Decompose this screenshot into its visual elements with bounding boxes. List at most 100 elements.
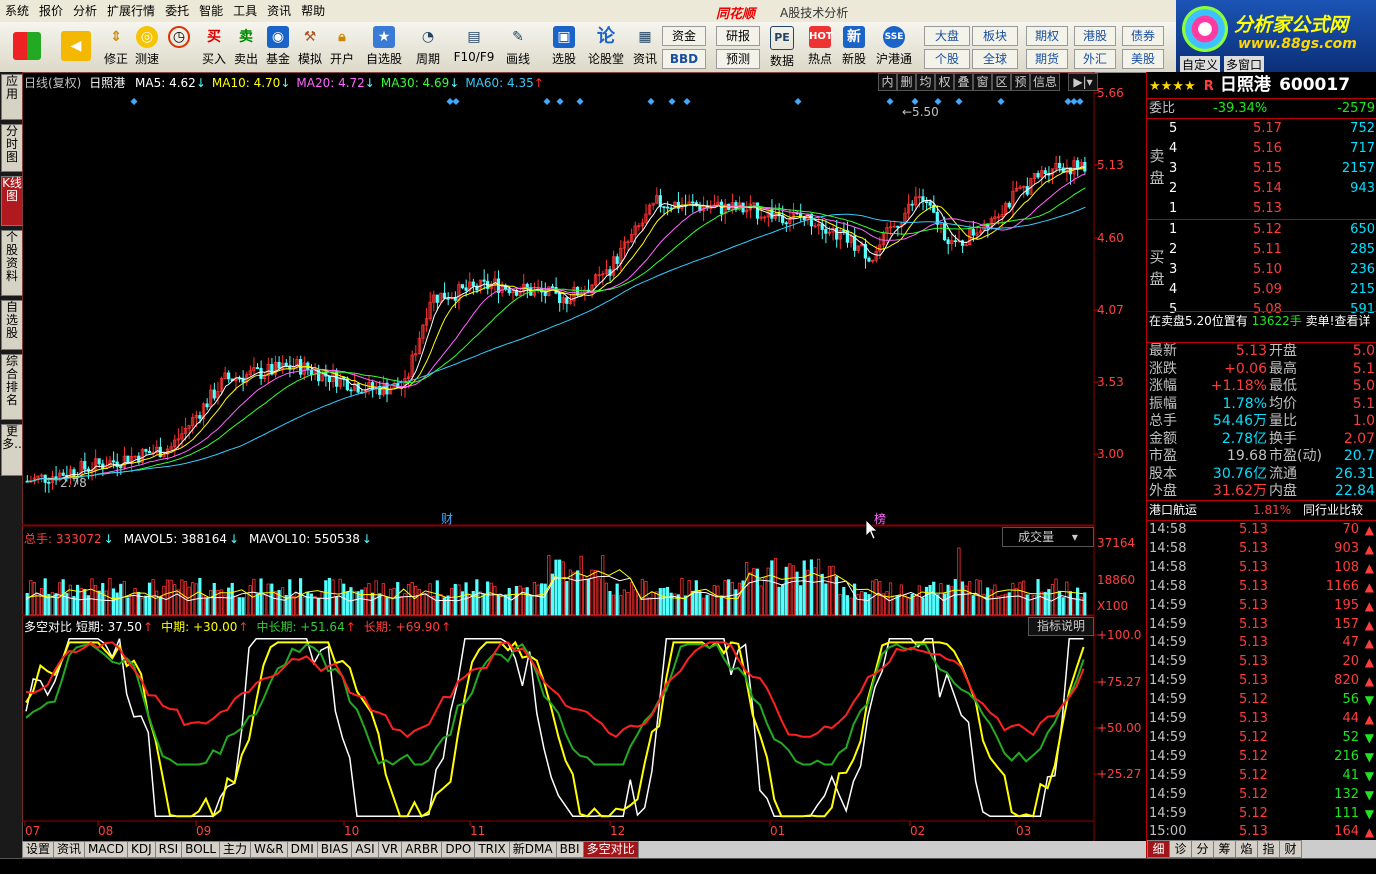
tab-more[interactable]: 更多.. (1, 424, 23, 476)
quote-tab[interactable]: 财 (1279, 840, 1302, 858)
ranking-marker[interactable]: 榜 (874, 511, 886, 526)
expand-arrow-icon[interactable]: ▶|▾ (1068, 73, 1098, 91)
order-book-row[interactable]: 4 5.16 717 (1147, 139, 1376, 158)
indicator-tab[interactable]: BOLL (181, 841, 221, 858)
indicator-tab[interactable]: 多空对比 (582, 841, 639, 858)
indicator-help-button[interactable]: 指标说明 (1028, 617, 1094, 636)
quote-tab[interactable]: 焰 (1235, 840, 1258, 858)
fund-button[interactable]: ◉ 基金 (264, 24, 292, 70)
indicator-tab[interactable]: KDJ (127, 841, 156, 858)
hk-stocks-button[interactable]: 港股 (1074, 26, 1116, 46)
order-book-row[interactable]: 1 5.12 650 (1147, 220, 1376, 239)
order-book-row[interactable]: 5 5.17 752 (1147, 119, 1376, 138)
home-button[interactable] (8, 24, 46, 70)
watchlist-button[interactable]: ★ 自选股 (364, 24, 404, 70)
menu-item[interactable]: 系统 (0, 0, 34, 22)
chart-mini-button[interactable]: 区 (992, 73, 1011, 91)
chart-mini-button[interactable]: 叠 (954, 73, 973, 91)
quote-tab[interactable]: 细 (1147, 840, 1170, 858)
forum-button[interactable]: 论论股堂 (588, 24, 624, 70)
indicator-tab[interactable]: 设置 (22, 841, 55, 858)
order-book-row[interactable]: 2 5.14 943 (1147, 179, 1376, 198)
open-account-button[interactable]: 🔒︎ 开户 (328, 24, 356, 70)
indicator-tab[interactable]: 新DMA (508, 841, 557, 858)
tab-ranking[interactable]: 综合排名 (1, 354, 23, 420)
menu-item[interactable]: 帮助 (296, 0, 330, 22)
news-button[interactable]: ▦ 资讯 (630, 24, 660, 70)
menu-item[interactable]: 扩展行情 (102, 0, 160, 22)
menu-item[interactable]: 资讯 (262, 0, 296, 22)
indicator-tab[interactable]: W&R (250, 841, 288, 858)
indicator-tab[interactable]: BIAS (316, 841, 353, 858)
us-stocks-button[interactable]: 美股 (1122, 49, 1164, 69)
period-button[interactable]: ◔ 周期 (408, 24, 448, 70)
ipo-button[interactable]: 新新股 (838, 24, 870, 70)
sector-row[interactable]: 港口航运 1.81% 同行业比较 (1147, 500, 1376, 521)
indicator-tab[interactable]: ARBR (401, 841, 443, 858)
volume-dropdown[interactable]: 成交量 ▾ (1002, 527, 1094, 547)
quote-tab[interactable]: 指 (1257, 840, 1280, 858)
quote-tab[interactable]: 诊 (1169, 840, 1192, 858)
menu-item[interactable]: 报价 (34, 0, 68, 22)
multi-window-button[interactable]: 多窗口 (1224, 56, 1265, 73)
indicator-tab[interactable]: 资讯 (53, 841, 86, 858)
data-button[interactable]: PE 数据 (764, 24, 800, 70)
fund-flow-button[interactable]: 资金 (662, 26, 706, 46)
indicator-tab[interactable]: TRIX (474, 841, 510, 858)
indicator-tab[interactable]: ASI (351, 841, 379, 858)
bonds-button[interactable]: 债券 (1122, 26, 1164, 46)
order-book-row[interactable]: 2 5.11 285 (1147, 240, 1376, 259)
research-button[interactable]: 研报 (716, 26, 760, 46)
quote-tab[interactable]: 分 (1191, 840, 1214, 858)
stock-picker-button[interactable]: ▣ 选股 (544, 24, 584, 70)
f10-button[interactable]: ▤ F10/F9 (452, 24, 496, 70)
order-book-row[interactable]: 4 5.09 215 (1147, 280, 1376, 299)
tab-app[interactable]: 应用 (1, 74, 23, 120)
chart-mini-button[interactable]: 窗 (973, 73, 992, 91)
order-book-row[interactable]: 1 5.13 (1147, 199, 1376, 218)
forex-button[interactable]: 外汇 (1074, 49, 1116, 69)
up-down-button[interactable]: ⇕ 修正 (102, 24, 130, 70)
options-button[interactable]: 期权 (1026, 26, 1068, 46)
simulate-button[interactable]: ⚒ 模拟 (296, 24, 324, 70)
chart-mini-button[interactable]: 内 (878, 73, 897, 91)
indicator-tab[interactable]: BBI (555, 841, 584, 858)
tab-profile[interactable]: 个股资料 (1, 230, 23, 296)
custom-button[interactable]: 自定义 (1180, 56, 1221, 73)
tab-kline[interactable]: K线图 (1, 176, 23, 226)
big-order-notice[interactable]: 在卖盘5.20位置有 13622手 卖单!查看详 (1147, 311, 1376, 331)
draw-line-button[interactable]: ✎ 画线 (500, 24, 536, 70)
buy-button[interactable]: 买买入 (200, 24, 228, 70)
hk-connect-button[interactable]: SSE 沪港通 (872, 24, 916, 70)
clock-button[interactable]: ◷ (164, 24, 194, 70)
speed-test-button[interactable]: ◎ 测速 (132, 24, 162, 70)
forecast-button[interactable]: 预测 (716, 49, 760, 69)
back-button[interactable]: ◀ (58, 24, 94, 70)
chart-mini-button[interactable]: 预 (1011, 73, 1030, 91)
indicator-tab[interactable]: MACD (84, 841, 129, 858)
chart-mini-button[interactable]: 信息 (1030, 73, 1060, 91)
order-book-row[interactable]: 3 5.15 2157 (1147, 159, 1376, 178)
order-book-row[interactable]: 3 5.10 236 (1147, 260, 1376, 279)
sell-button[interactable]: 卖卖出 (232, 24, 260, 70)
stock-button[interactable]: 个股 (924, 49, 970, 69)
indicator-tab[interactable]: DPO (441, 841, 476, 858)
bbd-button[interactable]: BBD (662, 49, 706, 69)
kline-chart[interactable]: 5.66 5.13 4.60 4.07 3.53 3.00 37164 18860 X100 +1… (22, 72, 1146, 842)
index-button[interactable]: 大盘 (924, 26, 970, 46)
indicator-tab[interactable]: RSI (154, 841, 183, 858)
sector-button[interactable]: 板块 (972, 26, 1018, 46)
futures-button[interactable]: 期货 (1026, 49, 1068, 69)
chart-mini-button[interactable]: 删 (897, 73, 916, 91)
menu-item[interactable]: 委托 (160, 0, 194, 22)
menu-item[interactable]: 智能 (194, 0, 228, 22)
menu-item[interactable]: 工具 (228, 0, 262, 22)
global-button[interactable]: 全球 (972, 49, 1018, 69)
chart-mini-button[interactable]: 均 (916, 73, 935, 91)
indicator-tab[interactable]: 主力 (219, 841, 252, 858)
tab-watchlist[interactable]: 自选股 (1, 300, 23, 350)
tab-intraday[interactable]: 分时图 (1, 124, 23, 172)
indicator-tab[interactable]: VR (377, 841, 403, 858)
chart-mini-button[interactable]: 权 (935, 73, 954, 91)
hot-button[interactable]: HOT 热点 (804, 24, 836, 70)
